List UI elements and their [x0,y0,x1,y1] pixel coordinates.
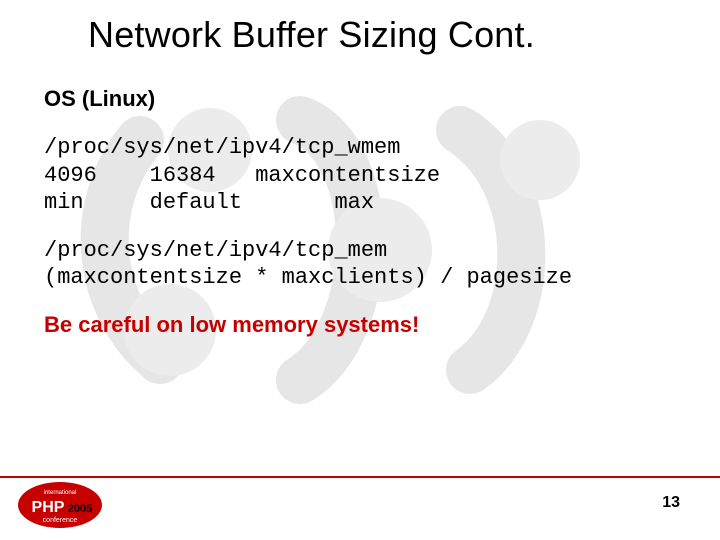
footer-divider [0,476,720,478]
slide: Network Buffer Sizing Cont. OS (Linux) /… [0,0,720,540]
logo-top-text: international [44,490,77,496]
code-line: (maxcontentsize * maxclients) / pagesize [44,265,572,290]
slide-title: Network Buffer Sizing Cont. [0,0,720,56]
php-conference-logo: international PHP 2005 conference [18,482,102,528]
warning-text: Be careful on low memory systems! [44,312,676,338]
logo-brand-text: PHP [32,499,65,516]
page-number: 13 [662,494,680,512]
code-line: min default max [44,190,374,215]
tcp-mem-block: /proc/sys/net/ipv4/tcp_mem (maxcontentsi… [44,237,676,292]
code-line: /proc/sys/net/ipv4/tcp_mem [44,238,387,263]
code-line: 4096 16384 maxcontentsize [44,163,440,188]
slide-body: OS (Linux) /proc/sys/net/ipv4/tcp_wmem 4… [0,56,720,338]
os-subheading: OS (Linux) [44,86,676,112]
code-line: /proc/sys/net/ipv4/tcp_wmem [44,135,400,160]
logo-year-text: 2005 [68,503,92,515]
logo-sub-text: conference [43,517,78,524]
tcp-wmem-block: /proc/sys/net/ipv4/tcp_wmem 4096 16384 m… [44,134,676,217]
